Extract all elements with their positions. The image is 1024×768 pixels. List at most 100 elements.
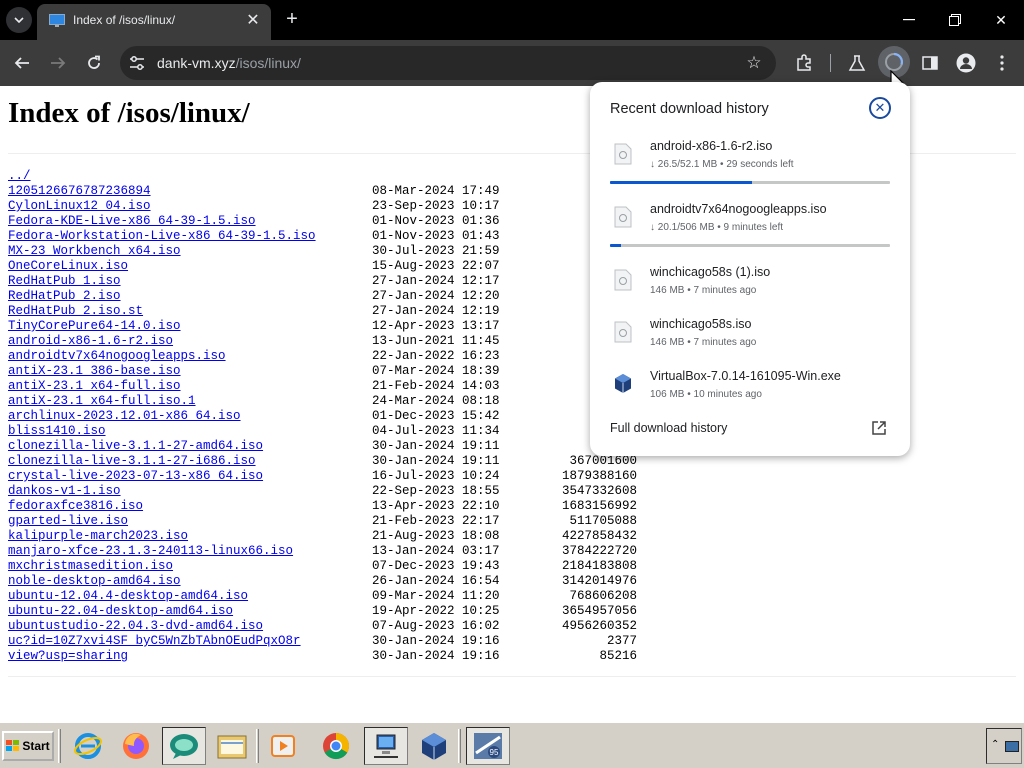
svg-text:95: 95 [490, 748, 499, 757]
forward-arrow-icon[interactable] [46, 51, 70, 75]
file-date: 30-Jan-2024 19:11 [372, 439, 500, 453]
file-size: 4227858432 [561, 529, 637, 543]
internet-explorer-icon[interactable] [66, 727, 110, 765]
file-link[interactable]: crystal-live-2023-07-13-x86_64.iso [8, 469, 263, 483]
network-tray-icon[interactable] [1005, 741, 1019, 752]
file-link[interactable]: dankos-v1-1.iso [8, 484, 121, 498]
file-link[interactable]: archlinux-2023.12.01-x86_64.iso [8, 409, 241, 423]
file-link[interactable]: ubuntu-12.04.4-desktop-amd64.iso [8, 589, 248, 603]
file-link[interactable]: MX-23_Workbench_x64.iso [8, 244, 181, 258]
restore-icon[interactable] [943, 8, 967, 32]
listing-row: fedoraxfce3816.iso 13-Apr-2023 22:10 16831… [8, 499, 637, 514]
file-link[interactable]: uc?id=10Z7xvi4SF_byC5WnZbTAbnOEudPqxO8r [8, 634, 301, 648]
back-arrow-icon[interactable] [10, 51, 34, 75]
file-link[interactable]: Fedora-Workstation-Live-x86_64-39-1.5.is… [8, 229, 316, 243]
browser-toolbar: dank-vm.xyz/isos/linux/ ☆ [0, 40, 1024, 86]
listing-row: clonezilla-live-3.1.1-27-i686.iso 30-Jan-… [8, 454, 637, 469]
bookmark-star-icon[interactable]: ☆ [744, 53, 764, 73]
file-size: 768606208 [569, 589, 637, 603]
file-manager-icon[interactable] [210, 727, 254, 765]
divider [8, 676, 1016, 677]
file-link[interactable]: antiX-23.1_x64-full.iso.1 [8, 394, 196, 408]
network-computer-icon[interactable] [364, 727, 408, 765]
toolbar-handle [256, 729, 259, 763]
file-link[interactable]: view?usp=sharing [8, 649, 128, 663]
download-status: 106 MB • 10 minutes ago [650, 389, 762, 400]
listing-row: bliss1410.iso04-Jul-2023 11:341869 [8, 424, 637, 439]
file-link[interactable]: antiX-23.1_386-base.iso [8, 364, 181, 378]
full-download-history-link[interactable]: Full download history [610, 421, 727, 435]
new-tab-icon[interactable]: + [282, 9, 302, 29]
app-green-bubble-icon[interactable] [162, 727, 206, 765]
reload-icon[interactable] [82, 51, 106, 75]
file-link[interactable]: CylonLinux12_04.iso [8, 199, 151, 213]
downloads-title: Recent download history [610, 101, 769, 117]
tab-close-icon[interactable]: ✕ [243, 10, 263, 30]
file-link[interactable]: RedHatPub_2.iso.st [8, 304, 143, 318]
url-text[interactable]: dank-vm.xyz/isos/linux/ [157, 55, 301, 71]
file-link[interactable]: antiX-23.1_x64-full.iso [8, 379, 181, 393]
address-bar[interactable]: dank-vm.xyz/isos/linux/ ☆ [120, 46, 776, 80]
file-link[interactable]: ubuntu-22.04-desktop-amd64.iso [8, 604, 233, 618]
file-size: 2377 [606, 634, 637, 648]
file-link[interactable]: OneCoreLinux.iso [8, 259, 128, 273]
file-date: 24-Mar-2024 08:18 [372, 394, 500, 408]
download-progress-fill [610, 181, 753, 184]
file-link[interactable]: 1205126676787236894 [8, 184, 151, 198]
file-icon [614, 143, 632, 165]
site-settings-icon[interactable] [128, 54, 146, 72]
file-link[interactable]: clonezilla-live-3.1.1-27-i686.iso [8, 454, 256, 468]
file-size: 3547332608 [561, 484, 637, 498]
listing-row: ubuntu-22.04-desktop-amd64.iso 19-Apr-202… [8, 604, 637, 619]
page-title: Index of /isos/linux/ [8, 97, 250, 129]
file-date: 27-Jan-2024 12:19 [372, 304, 500, 318]
tab-title: Index of /isos/linux/ [73, 13, 176, 27]
open-in-new-icon[interactable] [871, 420, 887, 436]
labs-flask-icon[interactable] [845, 51, 869, 75]
file-link[interactable]: ubuntustudio-22.04.3-dvd-amd64.iso [8, 619, 263, 633]
file-link[interactable]: gparted-live.iso [8, 514, 128, 528]
file-date: 27-Jan-2024 12:20 [372, 289, 500, 303]
file-link[interactable]: kalipurple-march2023.iso [8, 529, 188, 543]
close-bubble-icon[interactable]: ✕ [869, 97, 891, 119]
file-link[interactable]: manjaro-xfce-23.1.3-240113-linux66.iso [8, 544, 293, 558]
file-link[interactable]: RedHatPub_1.iso [8, 274, 121, 288]
tab-active[interactable]: Index of /isos/linux/ ✕ [37, 4, 271, 40]
virtualbox-taskbar-icon[interactable] [412, 727, 456, 765]
file-link[interactable]: mxchristmasedition.iso [8, 559, 173, 573]
file-link[interactable]: ../ [8, 169, 31, 183]
file-link[interactable]: RedHatPub_2.iso [8, 289, 121, 303]
file-date: 01-Dec-2023 15:42 [372, 409, 500, 423]
close-window-icon[interactable]: ✕ [989, 8, 1013, 32]
windows-logo-icon [6, 740, 20, 751]
media-player-icon[interactable] [262, 727, 306, 765]
more-menu-icon[interactable] [990, 51, 1014, 75]
file-link[interactable]: fedoraxfce3816.iso [8, 499, 143, 513]
extensions-icon[interactable] [792, 51, 816, 75]
side-panel-icon[interactable] [918, 51, 942, 75]
file-date: 27-Jan-2024 12:17 [372, 274, 500, 288]
listing-row: uc?id=10Z7xvi4SF_byC5WnZbTAbnOEudPqxO8r 3… [8, 634, 637, 649]
file-date: 07-Mar-2024 18:39 [372, 364, 500, 378]
start-button[interactable]: Start [2, 731, 54, 761]
file-link[interactable]: noble-desktop-amd64.iso [8, 574, 181, 588]
listing-row: androidtv7x64nogoogleapps.iso 22-Jan-2022… [8, 349, 637, 364]
file-link[interactable]: TinyCorePure64-14.0.iso [8, 319, 181, 333]
tray-expand-icon[interactable]: ⌃ [991, 739, 999, 750]
file-link[interactable]: clonezilla-live-3.1.1-27-amd64.iso [8, 439, 263, 453]
file-link[interactable]: android-x86-1.6-r2.iso [8, 334, 173, 348]
listing-row: mxchristmasedition.iso 07-Dec-2023 19:43 2… [8, 559, 637, 574]
minimize-icon[interactable] [897, 8, 921, 32]
windows-95-icon[interactable]: 95 [466, 727, 510, 765]
file-size: 4956260352 [561, 619, 637, 633]
profile-avatar-icon[interactable] [954, 51, 978, 75]
file-link[interactable]: androidtv7x64nogoogleapps.iso [8, 349, 226, 363]
chrome-icon[interactable] [314, 727, 358, 765]
listing-row: clonezilla-live-3.1.1-27-amd64.iso 30-Jan… [8, 439, 637, 454]
file-link[interactable]: bliss1410.iso [8, 424, 106, 438]
firefox-icon[interactable] [114, 727, 158, 765]
file-listing: ../1205126676787236894 08-Mar-2024 17:49 C… [8, 169, 637, 664]
listing-row: android-x86-1.6-r2.iso13-Jun-2021 11:455 [8, 334, 637, 349]
tab-search-button[interactable] [6, 7, 32, 33]
file-link[interactable]: Fedora-KDE-Live-x86_64-39-1.5.iso [8, 214, 256, 228]
